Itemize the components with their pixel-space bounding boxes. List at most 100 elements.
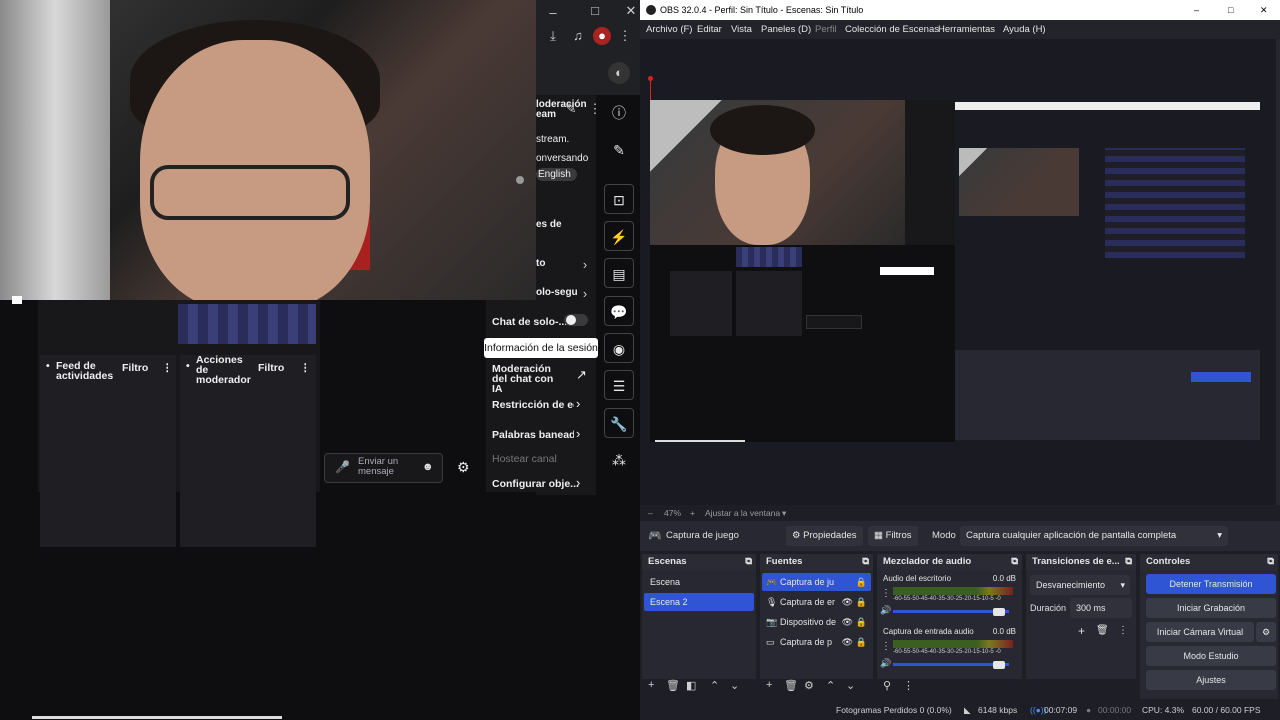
more-icon[interactable]: ⋮ — [903, 679, 914, 692]
scrollbar[interactable] — [1276, 39, 1280, 505]
more-icon[interactable]: ⋮ — [881, 588, 891, 599]
down-icon[interactable]: ⌄ — [730, 679, 739, 692]
maximize-icon[interactable]: □ — [586, 2, 604, 20]
speaker-icon[interactable]: 🔊 — [880, 658, 891, 669]
filter-icon[interactable]: ◧ — [686, 679, 696, 692]
trash-icon[interactable]: 🗑 — [1096, 625, 1109, 636]
eye-icon[interactable]: 👁 — [842, 613, 853, 631]
zoom-in-icon[interactable]: + — [690, 505, 695, 521]
message-input[interactable]: 🎤 Enviar un mensaje ☻ — [324, 453, 443, 483]
trash-icon[interactable]: 🗑 — [784, 679, 798, 692]
start-virtual-cam-button[interactable]: Iniciar Cámara Virtual — [1146, 622, 1254, 642]
menu-profile[interactable]: Perfil — [815, 20, 837, 39]
scroll-indicator[interactable] — [516, 176, 524, 184]
menu-docks[interactable]: Paneles (D) — [761, 20, 811, 39]
start-recording-button[interactable]: Iniciar Grabación — [1146, 598, 1276, 618]
broadcast-icon[interactable]: ◉ — [604, 333, 634, 363]
lightning-icon[interactable]: ⚡ — [604, 221, 634, 251]
filter-button[interactable]: Filtro — [122, 363, 148, 374]
source-item-selected[interactable]: 🎮 Captura de ju 🔒 — [762, 573, 871, 591]
virtual-cam-settings-gear-icon[interactable]: ⚙ — [1256, 622, 1276, 642]
source-item[interactable]: 🎙 Captura de er 👁 🔒 — [762, 593, 871, 611]
menu-item-solo-chat[interactable]: Chat de solo-... — [492, 316, 567, 328]
down-icon[interactable]: ⌄ — [846, 679, 855, 692]
zoom-out-icon[interactable]: – — [648, 505, 653, 521]
volume-slider[interactable] — [893, 610, 1009, 613]
minimize-icon[interactable]: – — [544, 4, 562, 22]
undock-icon[interactable]: ⧉ — [862, 554, 869, 570]
users-icon[interactable]: ⁂ — [604, 445, 634, 475]
volume-slider[interactable] — [893, 663, 1009, 666]
chevron-right-icon[interactable]: › — [576, 256, 594, 274]
layout-icon[interactable]: ☰ — [604, 370, 634, 400]
scene-item[interactable]: Escena — [644, 573, 754, 591]
pencil-icon[interactable]: ✎ — [604, 135, 634, 165]
menu-help[interactable]: Ayuda (H) — [1003, 20, 1046, 39]
media-icon[interactable]: ♫ — [569, 27, 587, 45]
transition-select[interactable]: Desvanecimiento ▾ — [1030, 575, 1130, 595]
menu-edit[interactable]: Editar — [697, 20, 722, 39]
fit-to-window[interactable]: Ajustar a la ventana — [705, 505, 780, 521]
avatar[interactable]: ◐ — [608, 62, 630, 84]
lock-icon[interactable]: 🔒 — [856, 573, 867, 591]
trash-icon[interactable]: 🗑 — [666, 679, 680, 692]
source-item[interactable]: ▭ Captura de p 👁 🔒 — [762, 633, 871, 651]
slider-knob[interactable] — [993, 608, 1005, 616]
up-icon[interactable]: ⌃ — [826, 679, 835, 692]
undock-icon[interactable]: ⧉ — [745, 554, 752, 570]
chat-icon[interactable]: 💬 — [604, 296, 634, 326]
source-item[interactable]: 📷 Dispositivo de 👁 🔒 — [762, 613, 871, 631]
properties-button[interactable]: ⚙ Propiedades — [786, 526, 863, 546]
eye-icon[interactable]: 👁 — [842, 633, 853, 651]
up-icon[interactable]: ⌃ — [710, 679, 719, 692]
menu-item-banned-words[interactable]: Palabras baneadas — [492, 429, 574, 441]
info-icon[interactable]: ⓘ — [604, 98, 634, 128]
settings-gear-icon[interactable]: ⚙ — [457, 459, 470, 476]
more-icon[interactable]: ⋮ — [300, 363, 311, 374]
lock-icon[interactable]: 🔒 — [856, 593, 867, 611]
preview-canvas[interactable] — [650, 100, 1260, 442]
more-icon[interactable]: ⋮ — [881, 641, 891, 652]
document-icon[interactable]: ▤ — [604, 258, 634, 288]
link-icon[interactable]: ⚲ — [883, 679, 891, 692]
eye-icon[interactable]: 👁 — [842, 593, 853, 611]
menu-item-age-restriction[interactable]: Restricción de edad — [492, 399, 574, 411]
lock-icon[interactable]: 🔒 — [856, 633, 867, 651]
undock-icon[interactable]: ⧉ — [1125, 554, 1132, 570]
undock-icon[interactable]: ⧉ — [1267, 554, 1274, 570]
minimize-icon[interactable]: – — [1194, 0, 1199, 20]
more-icon[interactable]: ⋮ — [1118, 625, 1128, 636]
solo-chat-toggle[interactable] — [564, 314, 588, 326]
extension-icon[interactable]: ● — [593, 27, 611, 45]
filter-button[interactable]: Filtro — [258, 363, 284, 374]
settings-button[interactable]: Ajustes — [1146, 670, 1276, 690]
menu-tools[interactable]: Herramientas — [938, 20, 995, 39]
slider-knob[interactable] — [993, 661, 1005, 669]
menu-scene-collection[interactable]: Colección de Escenas — [845, 20, 939, 39]
lock-icon[interactable]: 🔒 — [856, 613, 867, 631]
window-handle[interactable] — [12, 296, 22, 304]
chevron-down-icon[interactable]: ▾ — [782, 505, 786, 521]
close-icon[interactable]: ✕ — [622, 2, 640, 20]
edit-icon[interactable]: ✎ — [562, 100, 580, 118]
clip-icon[interactable]: ⊡ — [604, 184, 634, 214]
download-icon[interactable]: ⤓ — [544, 27, 562, 45]
add-icon[interactable]: + — [648, 679, 654, 691]
add-icon[interactable]: + — [1078, 624, 1085, 638]
microphone-icon[interactable]: 🎤 — [335, 460, 350, 474]
maximize-icon[interactable]: □ — [1228, 0, 1233, 20]
more-icon[interactable]: ⋮ — [616, 27, 634, 45]
undock-icon[interactable]: ⧉ — [1011, 554, 1018, 570]
mode-select[interactable]: Captura cualquier aplicación de pantalla… — [960, 526, 1228, 546]
filters-button[interactable]: ▦ Filtros — [868, 526, 918, 546]
studio-mode-button[interactable]: Modo Estudio — [1146, 646, 1276, 666]
close-icon[interactable]: ✕ — [1260, 0, 1268, 20]
stop-stream-button[interactable]: Detener Transmisión — [1146, 574, 1276, 594]
menu-item-configure-goals[interactable]: Configurar obje... — [492, 478, 579, 490]
speaker-icon[interactable]: 🔊 — [880, 605, 891, 616]
emoji-icon[interactable]: ☻ — [422, 461, 434, 473]
gear-icon[interactable]: ⚙ — [804, 679, 814, 692]
duration-input[interactable]: 300 ms — [1070, 598, 1132, 618]
more-icon[interactable]: ⋮ — [162, 363, 173, 374]
menu-item-ai-moderation[interactable]: Moderación del chat con IA — [492, 364, 562, 395]
